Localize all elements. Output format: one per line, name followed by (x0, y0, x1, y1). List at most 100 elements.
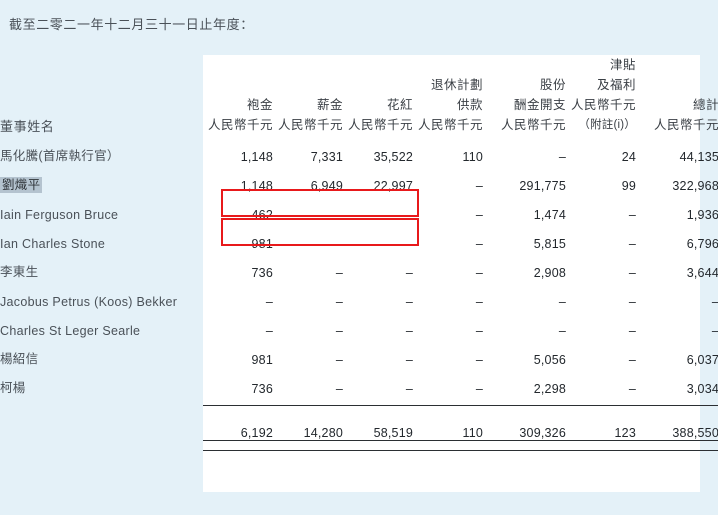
cell-total-share-comp: 309,326 (519, 426, 566, 440)
table-row: Ian Charles Stone 981 – – – 5,815 – 6,79… (0, 222, 718, 251)
double-rule-segment (483, 440, 566, 451)
cell-salary: – (335, 324, 343, 338)
cell-director-name: 楊紹信 (0, 352, 39, 366)
table-row: 楊紹信 981 – – – 5,056 – 6,037 (0, 338, 718, 367)
column-header-bonus: 花紅 人民幣千元 (347, 98, 413, 132)
cell-director-name: Ian Charles Stone (0, 237, 106, 251)
rule-segment (636, 396, 718, 406)
cell-retirement: – (475, 382, 483, 396)
cell-total: 3,034 (686, 382, 718, 396)
cell-director-name: Iain Ferguson Bruce (0, 208, 119, 222)
table-header: 董事姓名 袍金 人民幣千元 薪金 人民幣千元 花紅 人民幣千元 退休計劃 供款 … (0, 55, 718, 135)
cell-share-comp: – (558, 150, 566, 164)
table-row: 李東生 736 – – – 2,908 – 3,644 (0, 251, 718, 280)
cell-share-comp: 5,056 (533, 353, 566, 367)
table-row: 劉熾平 1,148 6,949 22,997 – 291,775 99 322,… (0, 164, 718, 193)
cell-fees: 1,148 (240, 179, 273, 193)
grand-total-double-rule-row (0, 440, 718, 451)
cell-total: – (636, 280, 718, 309)
cell-director-name: 柯楊 (0, 381, 26, 395)
cell-total: – (636, 309, 718, 338)
double-rule-segment (566, 440, 636, 451)
table-body: 馬化騰(首席執行官） 1,148 7,331 35,522 110 – 24 4… (0, 135, 718, 451)
cell-share-comp: 5,815 (533, 237, 566, 251)
directors-emoluments-table-wrap: 董事姓名 袍金 人民幣千元 薪金 人民幣千元 花紅 人民幣千元 退休計劃 供款 … (0, 0, 718, 515)
cell-fees: 1,148 (240, 150, 273, 164)
cell-retirement: – (475, 237, 483, 251)
double-rule-segment (203, 440, 273, 451)
double-rule-segment (343, 440, 413, 451)
cell-bonus: – (405, 208, 413, 222)
cell-fees: 981 (251, 353, 273, 367)
cell-share-comp: 291,775 (519, 179, 566, 193)
cell-allowances: 99 (621, 179, 636, 193)
cell-fees: 981 (251, 237, 273, 251)
cell-totals-label (0, 406, 203, 441)
rule-segment (273, 396, 343, 406)
column-header-retirement-scheme-contributions: 退休計劃 供款 人民幣千元 (417, 78, 483, 132)
column-header-director-name: 董事姓名 (0, 119, 55, 134)
cell-salary: – (335, 208, 343, 222)
cell-retirement: – (475, 295, 483, 309)
cell-total: 322,968 (672, 179, 718, 193)
cell-director-name: 馬化騰(首席執行官） (0, 149, 120, 163)
cell-total-retirement: 110 (462, 426, 483, 440)
column-header-fees: 袍金 人民幣千元 (207, 98, 273, 132)
cell-retirement: 110 (462, 150, 483, 164)
column-header-allowances-and-benefits: 津貼 及福利 人民幣千元 （附註(i)） (570, 58, 636, 131)
cell-allowances: 24 (621, 150, 636, 164)
double-rule-segment (636, 440, 718, 451)
table-row: 馬化騰(首席執行官） 1,148 7,331 35,522 110 – 24 4… (0, 135, 718, 164)
subtotal-rule-row (0, 396, 718, 406)
cell-share-comp: 2,298 (533, 382, 566, 396)
cell-share-comp: – (558, 324, 566, 338)
cell-total-bonus: 58,519 (373, 426, 413, 440)
cell-total: 3,644 (686, 266, 718, 280)
rule-segment (566, 396, 636, 406)
cell-retirement: – (475, 324, 483, 338)
cell-salary: 7,331 (310, 150, 343, 164)
cell-bonus: – (405, 295, 413, 309)
cell-total-salary: 14,280 (303, 426, 343, 440)
cell-salary: – (335, 295, 343, 309)
cell-retirement: – (475, 353, 483, 367)
rule-segment (413, 396, 483, 406)
cell-fees: – (265, 324, 273, 338)
cell-retirement: – (475, 266, 483, 280)
cell-salary: – (335, 382, 343, 396)
cell-total-fees: 6,192 (240, 426, 273, 440)
cell-share-comp: – (558, 295, 566, 309)
cell-total-grand: 388,550 (672, 426, 718, 440)
cell-retirement: – (475, 179, 483, 193)
rule-spacer (0, 441, 203, 451)
cell-bonus: – (405, 324, 413, 338)
cell-fees: 462 (251, 208, 273, 222)
cell-bonus: – (405, 353, 413, 367)
cell-total: 44,135 (679, 150, 718, 164)
rule-segment (203, 396, 273, 406)
directors-emoluments-table: 董事姓名 袍金 人民幣千元 薪金 人民幣千元 花紅 人民幣千元 退休計劃 供款 … (0, 55, 718, 451)
table-totals-row: 6,192 14,280 58,519 110 309,326 123 388,… (0, 406, 718, 441)
table-header-row: 董事姓名 袍金 人民幣千元 薪金 人民幣千元 花紅 人民幣千元 退休計劃 供款 … (0, 55, 718, 135)
column-header-salary: 薪金 人民幣千元 (277, 98, 343, 132)
cell-fees: 736 (251, 382, 273, 396)
cell-director-name: Jacobus Petrus (Koos) Bekker (0, 295, 178, 309)
selected-text-highlight: 劉熾平 (0, 177, 43, 193)
table-row: 柯楊 736 – – – 2,298 – 3,034 (0, 367, 718, 396)
cell-director-name: 李東生 (0, 265, 39, 279)
cell-allowances: – (628, 353, 636, 367)
rule-segment (343, 396, 413, 406)
cell-total: 1,936 (686, 208, 718, 222)
cell-salary: – (335, 353, 343, 367)
cell-fees: – (265, 295, 273, 309)
cell-bonus: – (405, 266, 413, 280)
cell-allowances: – (628, 295, 636, 309)
rule-segment (483, 396, 566, 406)
column-header-share-based-compensation: 股份 酬金開支 人民幣千元 (500, 78, 566, 132)
cell-salary: 6,949 (310, 179, 343, 193)
cell-bonus: 35,522 (373, 150, 413, 164)
cell-allowances: – (628, 324, 636, 338)
cell-fees: 736 (251, 266, 273, 280)
double-rule-segment (273, 440, 343, 451)
cell-total: 6,037 (686, 353, 718, 367)
